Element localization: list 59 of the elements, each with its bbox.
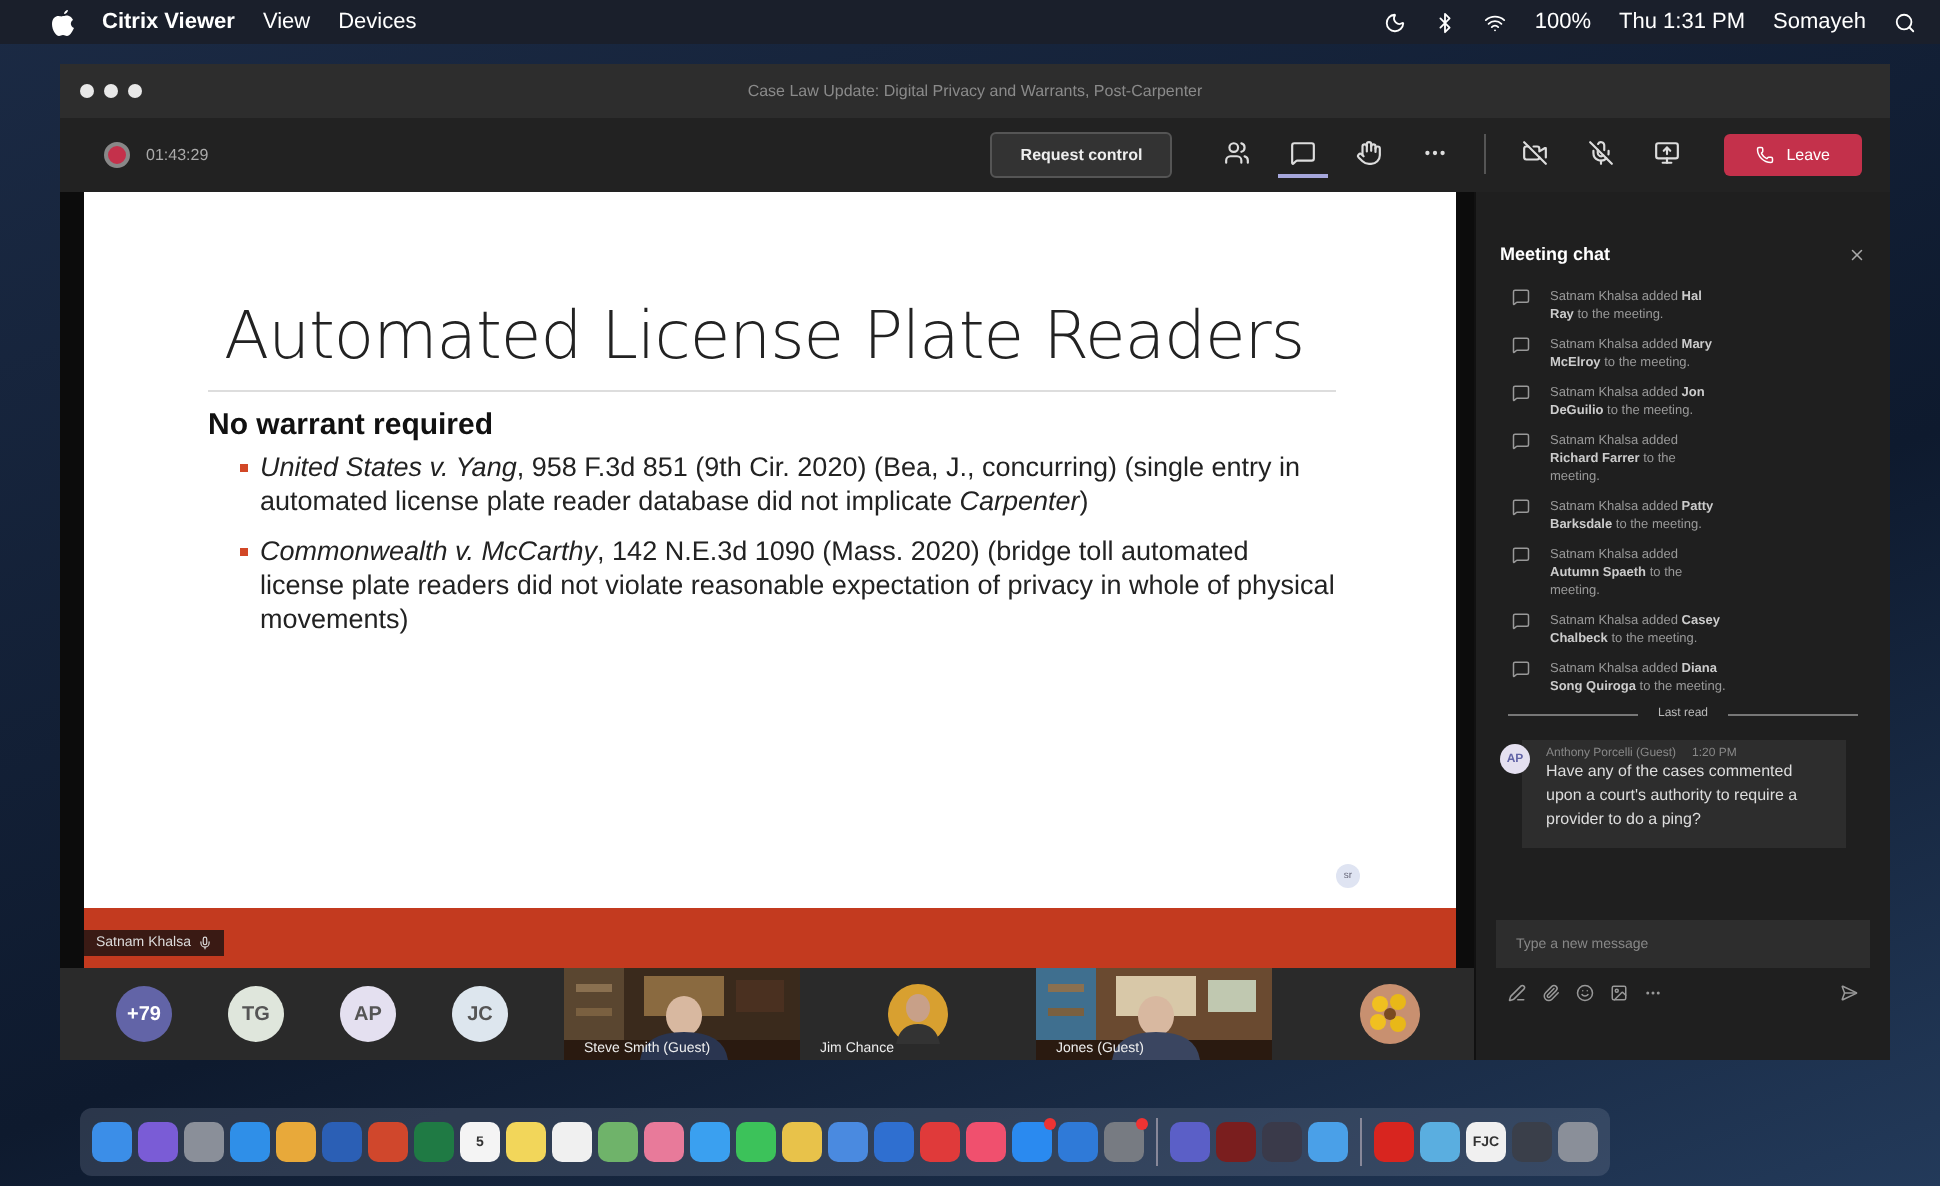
recording-icon [104,141,130,168]
participant-avatar[interactable]: JC [452,986,508,1042]
close-icon[interactable] [1848,245,1866,263]
participant-avatar[interactable]: AP [340,986,396,1042]
app-icon[interactable] [644,1122,684,1162]
emoji-icon[interactable] [1576,984,1594,1002]
bullet-icon [240,548,248,556]
event-icon [1512,660,1530,678]
chat-title: Meeting chat [1500,244,1611,264]
slide-heading: No warrant required [208,408,496,442]
camera-off-icon [1522,139,1549,166]
app-icon[interactable] [276,1122,316,1162]
image-icon[interactable] [1610,984,1628,1002]
event-icon [1512,498,1530,516]
attach-icon[interactable] [1542,984,1560,1002]
format-icon[interactable] [1508,984,1526,1002]
menu-item[interactable]: Devices [338,10,417,34]
meeting-timer: 01:43:29 [146,145,209,164]
battery-level[interactable]: 100% [1534,10,1592,34]
bullet-icon [240,464,248,472]
mic-icon [198,936,213,950]
mic-off-icon [1588,139,1615,166]
menu-clock[interactable]: Thu 1:31 PM [1619,10,1746,34]
send-icon[interactable] [1840,984,1858,1002]
share-screen-icon [1654,139,1681,166]
event-icon [1512,384,1530,402]
message-text: Have any of the cases commented upon a court's authority to require a provider to do a ping? [1546,760,1800,832]
menu-app-name[interactable]: Citrix Viewer [102,10,235,34]
moon-icon[interactable] [1384,11,1407,33]
window-title: Case Law Update: Digital Privacy and Warrants, Post-Carpenter [745,81,1205,100]
app-icon[interactable] [736,1122,776,1162]
participant-avatar[interactable]: +79 [116,986,172,1042]
app-icon[interactable] [1420,1122,1460,1162]
wifi-icon[interactable] [1484,11,1507,33]
slide-bullet: Commonwealth v. McCarthy, 142 N.E.3d 1090 (Mass. 2020) (bridge toll automated license plate readers did not violate reasonable expectation of privacy in whole of physical movements) [260,534,1336,636]
slide-bullet: United States v. Yang, 958 F.3d 851 (9th Cir. 2020) (Bea, J., concurring) (single entry in automated license plate reader database did not implicate Carpenter) [260,450,1303,518]
app-icon[interactable] [506,1122,546,1162]
menu-item[interactable]: View [262,10,311,34]
menu-user[interactable]: Somayeh [1773,10,1866,34]
phone-icon [1756,145,1775,164]
hand-icon [1356,139,1383,166]
event-icon [1512,612,1530,630]
event-icon [1512,288,1530,306]
event-icon [1512,432,1530,450]
search-icon[interactable] [1894,11,1916,33]
chat-icon [1290,139,1317,166]
participant-avatar[interactable]: TG [228,986,284,1042]
people-icon [1224,139,1251,166]
event-icon [1512,546,1530,564]
apple-icon[interactable] [52,9,74,35]
bluetooth-icon[interactable] [1434,11,1457,33]
app-icon[interactable] [690,1122,730,1162]
event-icon [1512,336,1530,354]
slide-title: Automated License Plate Readers [208,296,1336,392]
app-icon[interactable] [598,1122,638,1162]
app-icon[interactable] [552,1122,592,1162]
leave-button[interactable]: Leave [1724,133,1862,176]
app-icon[interactable] [782,1122,822,1162]
request-control-button[interactable]: Request control [990,131,1173,178]
